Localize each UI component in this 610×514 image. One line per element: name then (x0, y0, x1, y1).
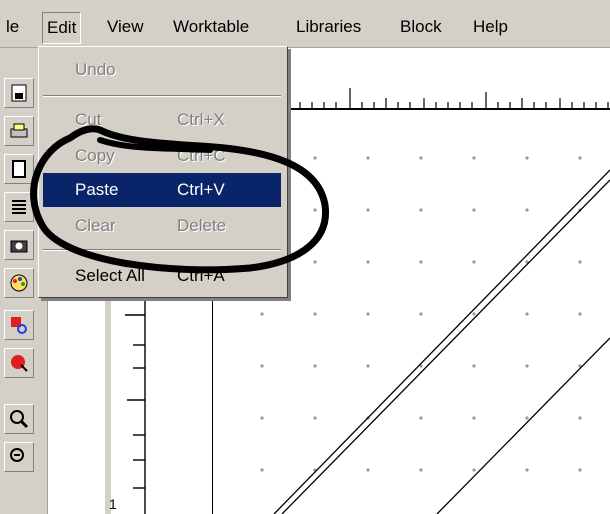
grid-dot (525, 364, 529, 368)
menu-help[interactable]: Help (469, 14, 512, 40)
menu-item-paste[interactable]: Paste Ctrl+V (43, 173, 281, 207)
menu-bar: le Edit View Worktable Libraries Block H… (0, 0, 610, 48)
grid-dots (260, 156, 582, 472)
menu-item-shortcut: Ctrl+V (177, 180, 225, 199)
vertical-ruler-label: 1 (109, 496, 117, 512)
grid-dot (366, 364, 370, 368)
diagonal-line (436, 337, 610, 514)
grid-dot (578, 468, 582, 472)
grid-dot (472, 156, 476, 160)
grid-dot (525, 156, 529, 160)
menu-item-clear[interactable]: Clear Delete (43, 209, 281, 243)
grid-dot (313, 156, 317, 160)
menu-item-label: Paste (75, 180, 119, 199)
palette-icon (10, 274, 28, 292)
menu-block[interactable]: Block (396, 14, 446, 40)
toolbar-button-properties[interactable] (4, 154, 34, 184)
diagonal-line (281, 179, 610, 514)
menu-item-select-all[interactable]: Select All Ctrl+A (43, 259, 281, 293)
grid-dot (313, 312, 317, 316)
grid-dot (525, 468, 529, 472)
menu-item-shortcut: Ctrl+C (177, 146, 226, 165)
menu-view[interactable]: View (103, 14, 148, 40)
grid-dot (472, 208, 476, 212)
grid-dot (525, 208, 529, 212)
toolbar-button-select-color[interactable] (4, 310, 34, 340)
save-icon (11, 84, 27, 102)
grid-dot (366, 208, 370, 212)
toolbar-button-fill-color[interactable] (4, 348, 34, 378)
menu-item-label: Copy (75, 146, 115, 165)
menu-separator (43, 249, 281, 251)
properties-icon (12, 160, 26, 178)
edit-menu-dropdown: Undo Cut Ctrl+X Copy Ctrl+C Paste Ctrl+V… (38, 46, 288, 298)
grid-dot (472, 364, 476, 368)
menu-separator (43, 95, 281, 97)
grid-dot (472, 468, 476, 472)
menu-edit[interactable]: Edit (42, 12, 82, 44)
zoom-out-icon (10, 448, 24, 462)
menu-item-undo[interactable]: Undo (43, 53, 281, 87)
grid-dot (260, 364, 264, 368)
toolbar-button-zoom-out[interactable] (4, 442, 34, 472)
grid-dot (260, 416, 264, 420)
grid-dot (260, 312, 264, 316)
menu-item-label: Clear (75, 216, 116, 235)
diagonal-line (273, 169, 610, 514)
grid-dot (313, 364, 317, 368)
menu-file[interactable]: le (2, 14, 23, 40)
grid-dot (419, 468, 423, 472)
print-icon (10, 123, 28, 138)
grid-dot (419, 416, 423, 420)
menu-item-shortcut: Ctrl+X (177, 110, 225, 129)
toolbar-button-zoom-in[interactable] (4, 404, 34, 434)
grid-dot (578, 260, 582, 264)
menu-libraries[interactable]: Libraries (292, 14, 365, 40)
grid-dot (578, 416, 582, 420)
grid-dot (578, 312, 582, 316)
menu-item-label: Cut (75, 110, 102, 129)
grid-dot (419, 208, 423, 212)
grid-dot (419, 260, 423, 264)
toolbar-button-palette[interactable] (4, 268, 34, 298)
toolbar-button-print[interactable] (4, 116, 34, 146)
grid-dot (419, 156, 423, 160)
menu-worktable[interactable]: Worktable (169, 14, 253, 40)
grid-dot (366, 312, 370, 316)
grid-dot (313, 416, 317, 420)
menu-item-shortcut: Ctrl+A (177, 266, 225, 285)
menu-item-copy[interactable]: Copy Ctrl+C (43, 139, 281, 173)
menu-item-shortcut: Delete (177, 216, 227, 235)
grid-dot (419, 312, 423, 316)
toolbar-button-camera[interactable] (4, 230, 34, 260)
grid-dot (472, 260, 476, 264)
menu-item-label: Undo (75, 60, 116, 79)
fill-color-icon (11, 355, 28, 372)
grid-dot (366, 156, 370, 160)
grid-dot (578, 156, 582, 160)
grid-dot (472, 312, 476, 316)
menu-item-cut[interactable]: Cut Ctrl+X (43, 103, 281, 137)
grid-dot (313, 260, 317, 264)
toolbar-button-library[interactable] (4, 192, 34, 222)
camera-icon (10, 240, 28, 253)
grid-dot (366, 468, 370, 472)
grid-dot (525, 416, 529, 420)
grid-dot (313, 208, 317, 212)
grid-dot (366, 260, 370, 264)
library-icon (12, 200, 26, 214)
grid-dot (260, 468, 264, 472)
select-color-icon (11, 317, 27, 334)
zoom-in-icon (10, 410, 29, 429)
toolbar-button-save[interactable] (4, 78, 34, 108)
grid-dot (525, 312, 529, 316)
menu-item-label: Select All (75, 266, 145, 285)
grid-dot (472, 416, 476, 420)
